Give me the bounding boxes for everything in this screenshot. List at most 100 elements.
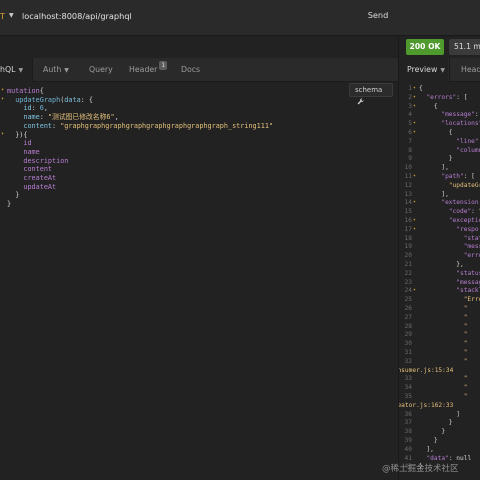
- line-number: 31: [404, 349, 412, 356]
- response-line: 24 ▾ "stackT: [399, 287, 480, 296]
- http-method[interactable]: T: [0, 12, 5, 21]
- fold-toggle-icon[interactable]: ▾: [413, 94, 416, 103]
- query-token: id: [23, 139, 32, 148]
- query-line[interactable]: }: [7, 200, 11, 209]
- method-chevron-down-icon[interactable]: ▼: [9, 12, 14, 19]
- json-token: "column: [456, 146, 480, 154]
- query-token: createAt: [23, 174, 57, 182]
- json-token: "stat: [463, 234, 480, 242]
- response-line: 34 ": [399, 384, 480, 393]
- line-number: 8: [408, 146, 412, 154]
- response-line: 9 }: [399, 155, 480, 164]
- query-line[interactable]: name: "测试图已修改名称6",: [7, 113, 118, 122]
- query-line[interactable]: id: [7, 139, 32, 148]
- query-token: ,: [43, 104, 48, 113]
- response-time-badge: 51.1 ms: [449, 39, 480, 55]
- line-number: 37: [404, 419, 412, 427]
- line-number: 2: [408, 93, 412, 101]
- response-text: "message":: [419, 111, 478, 120]
- query-line[interactable]: content: [7, 165, 52, 174]
- response-text: "erro: [419, 252, 480, 261]
- chevron-down-icon: ▼: [64, 67, 69, 74]
- query-line[interactable]: updateGraph(data: {: [7, 96, 93, 105]
- tab-query[interactable]: Query: [89, 58, 113, 82]
- line-number: 4: [408, 111, 412, 119]
- json-token: }: [419, 428, 446, 436]
- tab-graphql[interactable]: hQL ▼: [0, 58, 32, 82]
- response-text: ],: [419, 191, 448, 200]
- line-number: 1: [408, 85, 412, 92]
- response-line: 38 }: [399, 428, 480, 437]
- line-number: 15: [404, 208, 412, 216]
- request-tabs: hQL ▼ Auth ▼ Query Header 1 Docs: [0, 58, 398, 82]
- json-token: "messag: [456, 278, 480, 286]
- query-line[interactable]: mutation{: [7, 87, 44, 96]
- query-line[interactable]: name: [7, 148, 39, 157]
- response-text: "mess: [419, 243, 480, 252]
- line-number: 27: [404, 313, 412, 321]
- query-token: [7, 96, 15, 104]
- chevron-down-icon: ▼: [440, 67, 445, 74]
- query-line[interactable]: content: "graphgraphgraphgraphgraphgraph…: [7, 122, 273, 131]
- fold-toggle-icon[interactable]: ▾: [413, 129, 416, 138]
- response-text: }: [419, 419, 453, 428]
- response-text: "stackT: [419, 287, 480, 296]
- json-token: {: [419, 129, 453, 136]
- json-token: }: [419, 419, 453, 427]
- json-token: ": [463, 375, 468, 383]
- query-line[interactable]: }){: [7, 131, 27, 140]
- fold-toggle-icon[interactable]: ▾: [413, 120, 416, 129]
- line-number: 20: [404, 252, 412, 260]
- fold-toggle-icon[interactable]: ▾: [413, 85, 416, 94]
- response-text: {: [419, 129, 453, 138]
- response-viewer[interactable]: 1 ▾{2 ▾ "errors": [3 ▾ {4 "message": 5 ▾ "loc…: [399, 83, 480, 480]
- response-line: 23 "messag: [399, 279, 480, 288]
- json-token: ": [463, 322, 468, 330]
- response-text: "column: [419, 147, 480, 156]
- query-token: description: [23, 156, 69, 165]
- fold-toggle-icon[interactable]: ▾: [413, 103, 416, 112]
- query-line[interactable]: }: [7, 191, 19, 200]
- response-line: 15 "code": ": [399, 208, 480, 217]
- tab-headers[interactable]: Head: [461, 58, 480, 82]
- url-input[interactable]: localhost:8008/api/graphql: [22, 11, 132, 21]
- response-line: 3 ▾ {: [399, 103, 480, 112]
- tab-header[interactable]: Header 1: [129, 58, 168, 82]
- json-token: "respo: [456, 225, 479, 233]
- line-number: 24: [404, 287, 412, 295]
- response-tabs: Preview ▼ Head: [399, 58, 480, 82]
- fold-toggle-icon[interactable]: ▾: [413, 199, 416, 208]
- response-text: "updateGr: [419, 182, 480, 191]
- query-line[interactable]: createAt: [7, 174, 56, 183]
- query-token: content: [23, 121, 53, 130]
- query-line[interactable]: id: 6,: [7, 104, 48, 113]
- tab-label: Header: [129, 65, 158, 74]
- tab-docs[interactable]: Docs: [181, 58, 200, 82]
- fold-toggle-icon[interactable]: ▾: [1, 87, 4, 93]
- schema-button[interactable]: schema: [349, 83, 393, 105]
- tab-auth[interactable]: Auth ▼: [43, 58, 69, 82]
- query-line[interactable]: updateAt: [7, 183, 56, 192]
- json-token: ],: [419, 445, 434, 453]
- send-button[interactable]: Send: [360, 10, 396, 20]
- fold-toggle-icon[interactable]: ▾: [413, 287, 416, 296]
- tab-preview[interactable]: Preview ▼: [399, 58, 448, 82]
- fold-toggle-icon[interactable]: ▾: [413, 217, 416, 226]
- response-line: 19 "mess: [399, 243, 480, 252]
- query-token: [7, 113, 23, 121]
- fold-toggle-icon[interactable]: ▾: [413, 173, 416, 182]
- fold-toggle-icon[interactable]: ▾: [413, 226, 416, 235]
- query-token: [7, 191, 15, 199]
- fold-toggle-icon[interactable]: ▾: [1, 96, 4, 102]
- fold-toggle-icon[interactable]: ▾: [1, 131, 4, 137]
- graphql-query-editor[interactable]: mutation{▾ updateGraph(data: {▾ id: 6, n…: [0, 83, 398, 480]
- query-line[interactable]: description: [7, 157, 68, 166]
